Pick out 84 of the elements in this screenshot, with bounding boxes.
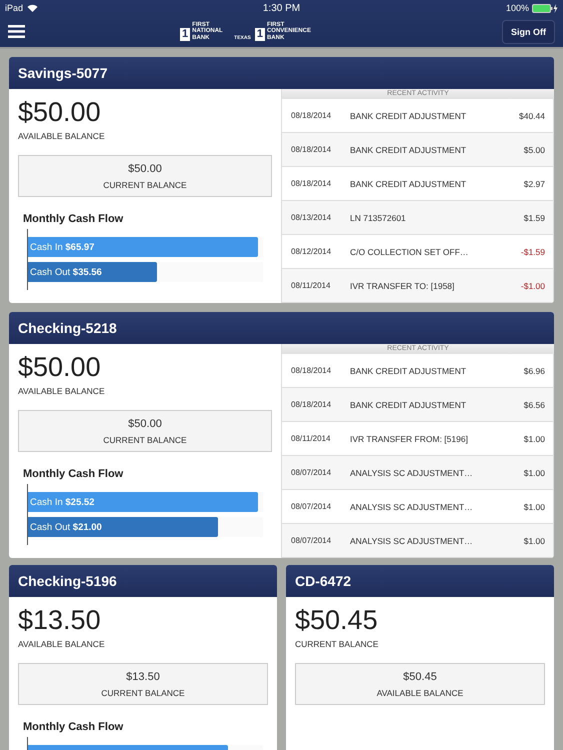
activity-date: 08/12/2014 bbox=[291, 247, 332, 256]
balance-label: AVAILABLE BALANCE bbox=[18, 386, 106, 396]
activity-amount: $1.00 bbox=[524, 536, 545, 546]
activity-row[interactable]: 08/18/2014 BANK CREDIT ADJUSTMENT $5.00 bbox=[282, 133, 553, 167]
activity-amount: $1.00 bbox=[524, 434, 545, 444]
activity-amount: $1.59 bbox=[524, 212, 545, 222]
activity-description: C/O COLLECTION SET OFF… bbox=[350, 246, 470, 256]
activity-date: 08/07/2014 bbox=[291, 502, 332, 511]
activity-row[interactable]: 08/07/2014 ANALYSIS SC ADJUSTMENT… $1.00 bbox=[282, 490, 553, 524]
activity-description: LN 713572601 bbox=[350, 212, 407, 222]
status-time: 1:30 PM bbox=[262, 2, 300, 14]
activity-date: 08/07/2014 bbox=[291, 536, 332, 545]
activity-description: BANK CREDIT ADJUSTMENT bbox=[350, 110, 468, 120]
activity-date: 08/11/2014 bbox=[291, 281, 332, 290]
activity-description: ANALYSIS SC ADJUSTMENT… bbox=[350, 468, 474, 478]
balance-label: AVAILABLE BALANCE bbox=[18, 639, 106, 649]
activity-description: BANK CREDIT ADJUSTMENT bbox=[350, 178, 468, 188]
activity-amount: $1.00 bbox=[524, 502, 545, 512]
activity-amount: $40.44 bbox=[519, 110, 545, 120]
balance-label: AVAILABLE BALANCE bbox=[18, 131, 106, 141]
secondary-balance-amount: $50.00 bbox=[128, 418, 162, 430]
secondary-balance-amount: $13.50 bbox=[126, 671, 160, 683]
activity-date: 08/18/2014 bbox=[291, 111, 332, 120]
activity-description: BANK CREDIT ADJUSTMENT bbox=[350, 400, 468, 410]
activity-row[interactable]: 08/07/2014 ANALYSIS SC ADJUSTMENT… $1.00 bbox=[282, 456, 553, 490]
cash-flow-title: Monthly Cash Flow bbox=[23, 213, 124, 225]
menu-icon[interactable] bbox=[8, 25, 25, 38]
battery-level: 100% bbox=[506, 3, 529, 13]
secondary-balance-label: CURRENT BALANCE bbox=[101, 688, 185, 698]
activity-amount: $6.56 bbox=[524, 400, 545, 410]
activity-row[interactable]: 08/18/2014 BANK CREDIT ADJUSTMENT $6.56 bbox=[282, 388, 553, 422]
balance-amount: $50.00 bbox=[18, 351, 102, 384]
activity-description: BANK CREDIT ADJUSTMENT bbox=[350, 366, 468, 376]
cash-flow-bar: Cash In $25.52 bbox=[27, 492, 258, 512]
activity-row[interactable]: 08/11/2014 IVR TRANSFER TO: [1958] -$1.00 bbox=[282, 269, 553, 303]
activity-amount: -$1.00 bbox=[520, 280, 545, 290]
activity-description: IVR TRANSFER TO: [1958] bbox=[350, 280, 456, 290]
secondary-balance-label: AVAILABLE BALANCE bbox=[376, 688, 464, 698]
cash-flow-bar: Cash Out $21.00 bbox=[27, 517, 218, 537]
activity-date: 08/13/2014 bbox=[291, 213, 332, 222]
activity-date: 08/11/2014 bbox=[291, 434, 332, 443]
cash-flow-title: Monthly Cash Flow bbox=[23, 468, 124, 480]
sign-off-button[interactable]: Sign Off bbox=[502, 20, 555, 44]
cash-flow-title: Monthly Cash Flow bbox=[23, 721, 124, 733]
activity-description: BANK CREDIT ADJUSTMENT bbox=[350, 144, 468, 154]
activity-row[interactable]: 08/12/2014 C/O COLLECTION SET OFF… -$1.59 bbox=[282, 235, 553, 269]
activity-row[interactable]: 08/07/2014 ANALYSIS SC ADJUSTMENT… $1.00 bbox=[282, 524, 553, 558]
activity-date: 08/07/2014 bbox=[291, 468, 332, 477]
activity-description: ANALYSIS SC ADJUSTMENT… bbox=[350, 502, 474, 512]
chart-axis bbox=[27, 229, 28, 290]
balance-amount: $50.00 bbox=[18, 96, 102, 129]
wifi-icon bbox=[27, 4, 38, 12]
account-title[interactable]: CD-6472 bbox=[286, 565, 554, 597]
cash-flow-bar: Cash Out $35.56 bbox=[27, 262, 157, 282]
secondary-balance-label: CURRENT BALANCE bbox=[103, 435, 187, 445]
activity-row[interactable]: 08/11/2014 IVR TRANSFER FROM: [5196] $1.00 bbox=[282, 422, 553, 456]
activity-amount: $1.00 bbox=[524, 468, 545, 478]
cash-flow-bar: Cash In $65.97 bbox=[27, 237, 258, 257]
activity-row[interactable]: 08/18/2014 BANK CREDIT ADJUSTMENT $2.97 bbox=[282, 167, 553, 201]
battery-icon bbox=[532, 4, 558, 12]
account-title[interactable]: Checking-5196 bbox=[9, 565, 277, 597]
account-title[interactable]: Savings-5077 bbox=[9, 57, 554, 89]
secondary-balance-label: CURRENT BALANCE bbox=[103, 180, 187, 190]
secondary-balance-amount: $50.00 bbox=[128, 163, 162, 175]
activity-amount: -$1.59 bbox=[520, 246, 545, 256]
activity-amount: $5.00 bbox=[524, 144, 545, 154]
activity-description: ANALYSIS SC ADJUSTMENT… bbox=[350, 536, 474, 546]
balance-label: CURRENT BALANCE bbox=[295, 639, 380, 649]
chart-axis bbox=[27, 484, 28, 545]
balance-amount: $13.50 bbox=[18, 604, 102, 637]
account-title[interactable]: Checking-5218 bbox=[9, 312, 554, 344]
activity-date: 08/18/2014 bbox=[291, 145, 332, 154]
activity-row[interactable]: 08/18/2014 BANK CREDIT ADJUSTMENT $40.44 bbox=[282, 99, 553, 133]
activity-date: 08/18/2014 bbox=[291, 400, 332, 409]
secondary-balance-amount: $50.45 bbox=[403, 671, 437, 683]
device-name: iPad bbox=[5, 3, 24, 13]
balance-amount: $50.45 bbox=[295, 604, 379, 637]
activity-description: IVR TRANSFER FROM: [5196] bbox=[350, 434, 469, 444]
activity-amount: $6.96 bbox=[524, 366, 545, 376]
activity-amount: $2.97 bbox=[524, 178, 545, 188]
activity-date: 08/18/2014 bbox=[291, 366, 332, 375]
activity-row[interactable]: 08/18/2014 BANK CREDIT ADJUSTMENT $6.96 bbox=[282, 354, 553, 388]
activity-row[interactable]: 08/13/2014 LN 713572601 $1.59 bbox=[282, 201, 553, 235]
activity-date: 08/18/2014 bbox=[291, 179, 332, 188]
